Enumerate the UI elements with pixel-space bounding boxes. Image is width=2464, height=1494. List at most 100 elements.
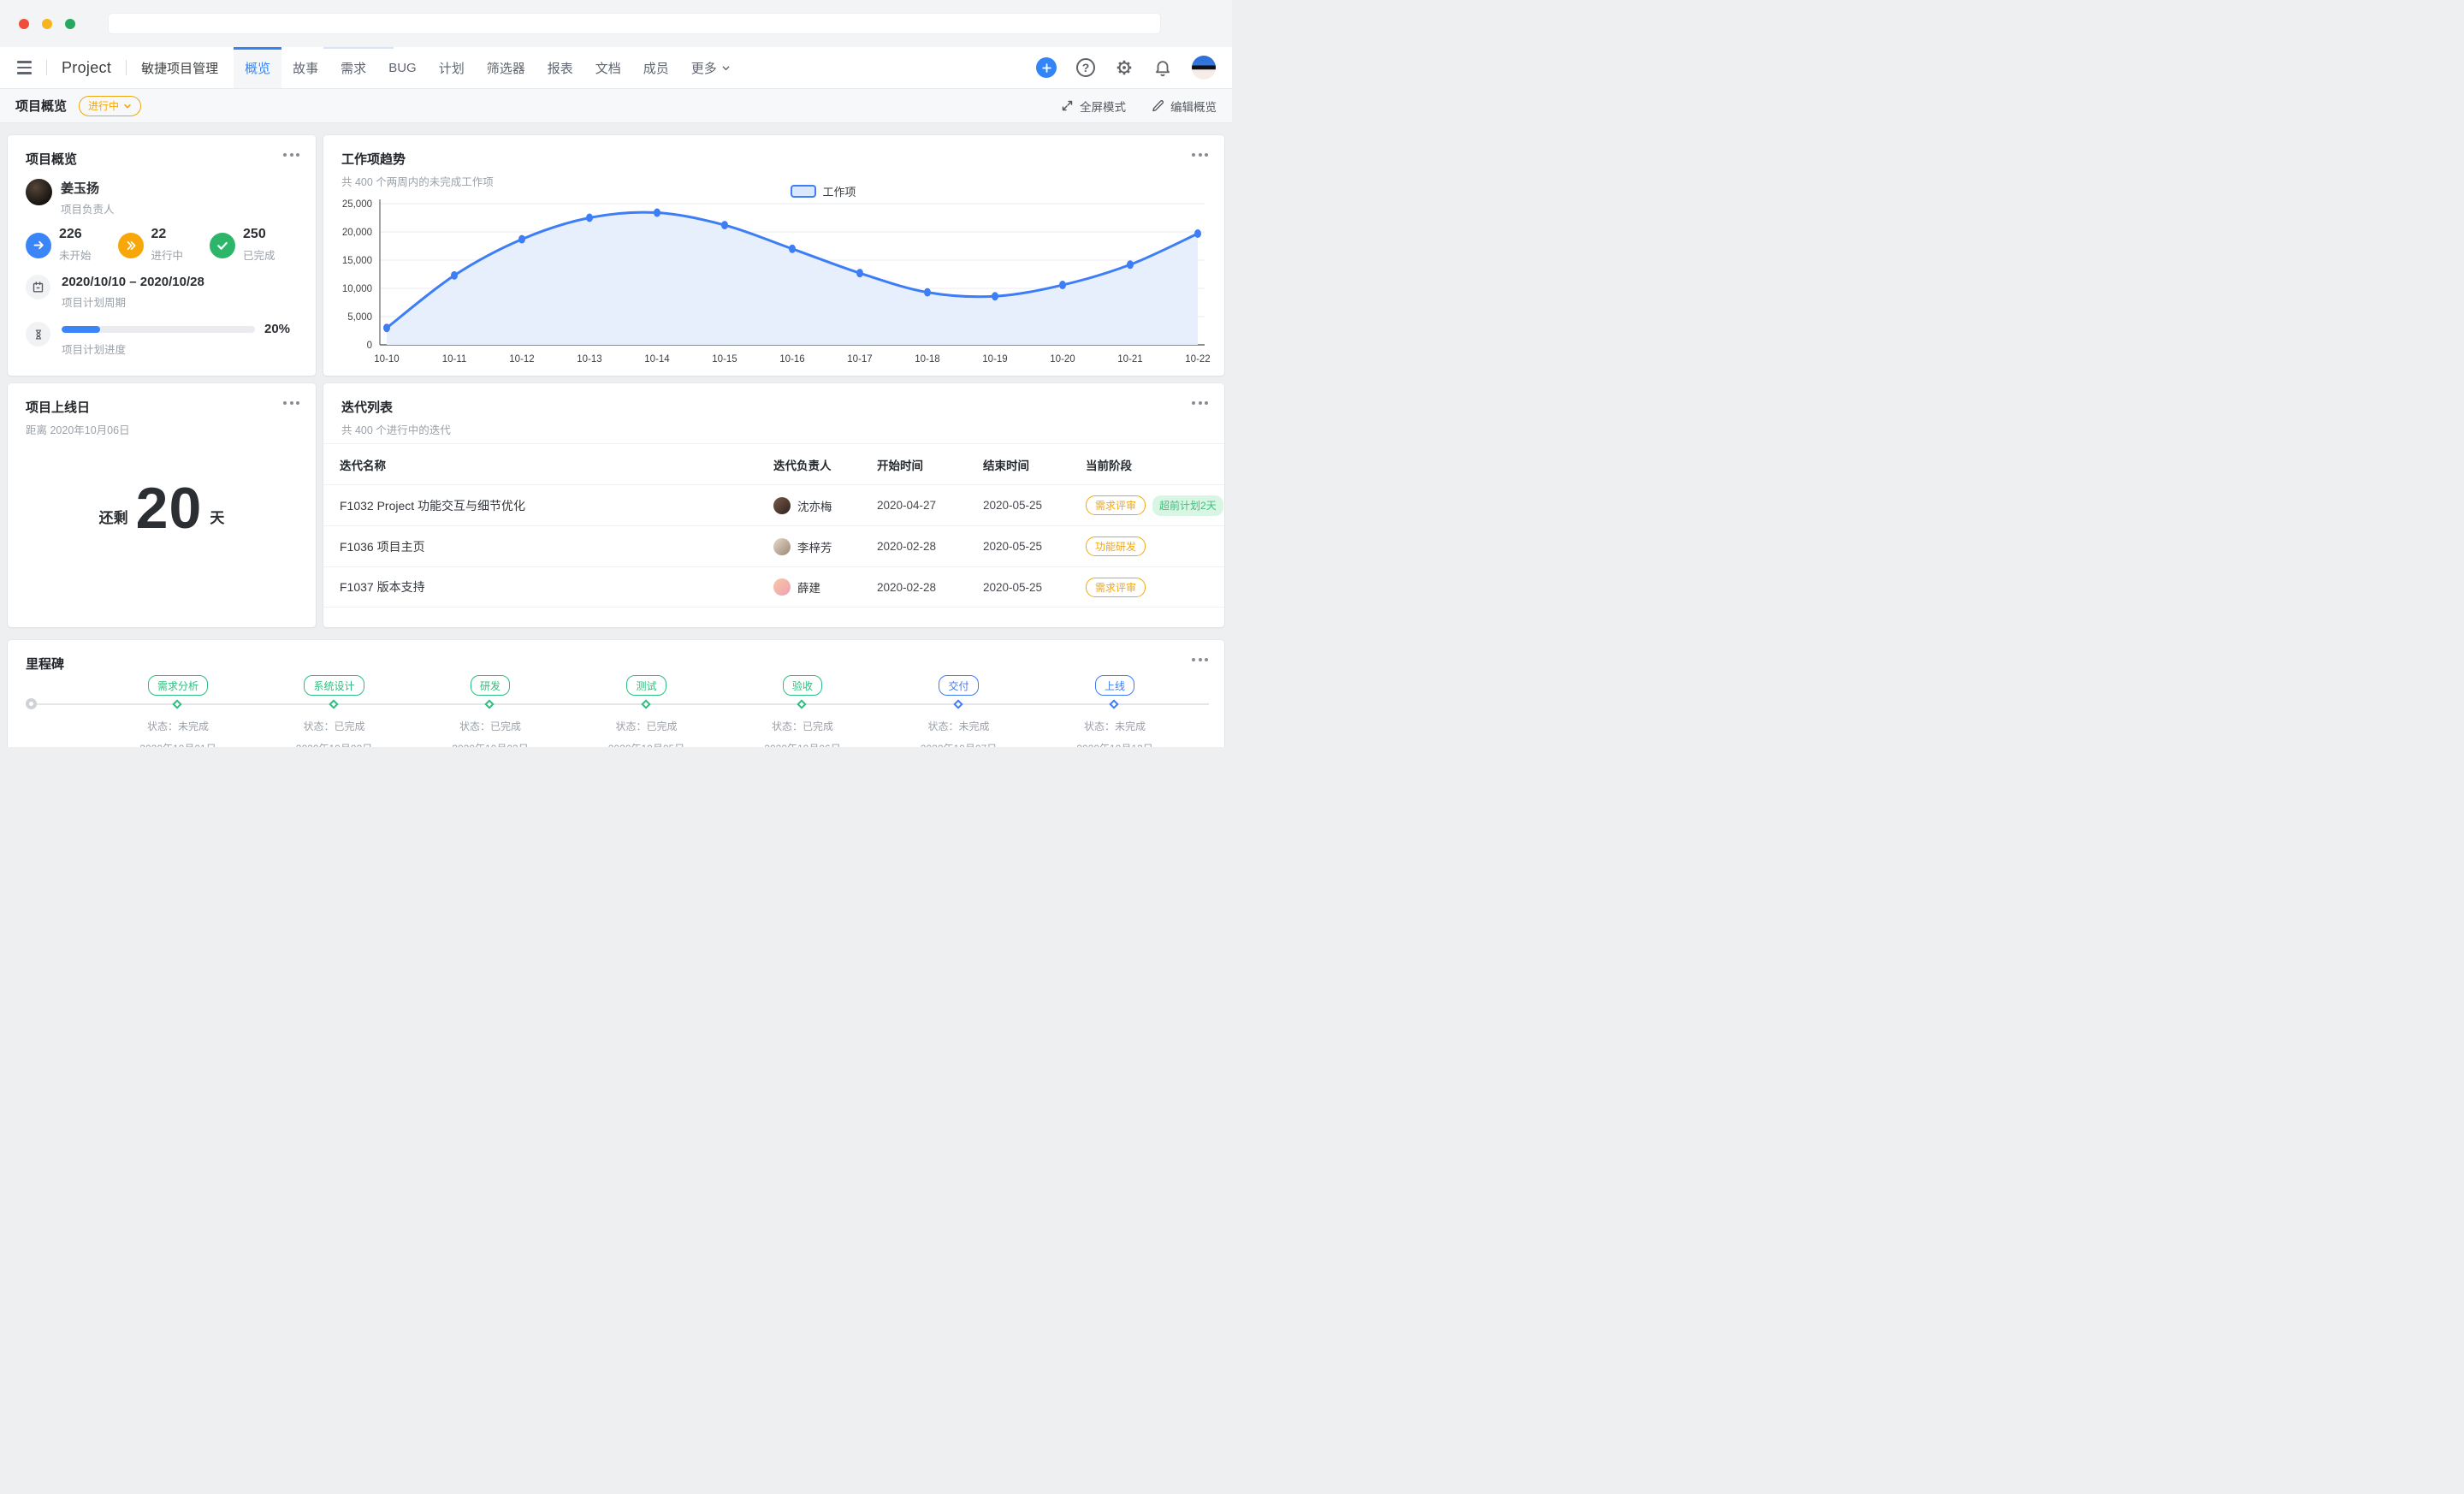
milestone-验收: 验收状态：已完成 2020年10月06日 [730, 640, 875, 747]
stat-label: 进行中 [151, 246, 184, 263]
column-header: 迭代负责人 [773, 456, 877, 473]
stat-进行中: 22 进行中 [118, 228, 184, 263]
svg-text:10-20: 10-20 [1050, 354, 1075, 365]
stat-value: 22 [151, 228, 184, 241]
svg-text:10-12: 10-12 [509, 354, 534, 365]
card-menu-dots-icon[interactable] [1192, 658, 1208, 661]
brand-logo[interactable]: Project [62, 59, 111, 77]
bell-icon [1153, 58, 1172, 77]
nav-tab-报表[interactable]: 报表 [536, 47, 584, 88]
tab-label: 更多 [691, 59, 717, 77]
owner-avatar [26, 179, 52, 205]
table-row[interactable]: F1032 Project 功能交互与细节优化沈亦梅2020-04-272020… [323, 484, 1224, 525]
nav-tab-BUG[interactable]: BUG [377, 47, 428, 88]
arrow-right-icon [26, 233, 51, 258]
iteration-table: 迭代名称迭代负责人开始时间结束时间当前阶段F1032 Project 功能交互与… [323, 443, 1224, 608]
iteration-list-card: 迭代列表 共 400 个进行中的迭代 迭代名称迭代负责人开始时间结束时间当前阶段… [323, 383, 1224, 627]
nav-tab-成员[interactable]: 成员 [632, 47, 680, 88]
avatar [773, 538, 791, 555]
card-title: 工作项趋势 [341, 150, 494, 168]
tab-label: 成员 [643, 59, 669, 77]
fullscreen-icon [1061, 99, 1074, 112]
svg-text:10-13: 10-13 [577, 354, 601, 365]
countdown-days: 20 [136, 483, 203, 535]
double-chevron-icon [118, 233, 144, 258]
card-menu-dots-icon[interactable] [283, 401, 299, 405]
avatar [773, 497, 791, 514]
trend-chart: 05,00010,00015,00020,00025,00010-1010-11… [323, 197, 1224, 372]
countdown: 还剩 20 天 [8, 483, 316, 535]
milestone-diamond-icon [1109, 699, 1118, 708]
card-menu-dots-icon[interactable] [283, 153, 299, 157]
svg-text:20,000: 20,000 [342, 228, 372, 238]
address-bar[interactable] [108, 13, 1161, 34]
milestone-diamond-icon [641, 699, 650, 708]
iteration-name: F1036 项目主页 [340, 538, 773, 555]
user-avatar[interactable] [1192, 56, 1216, 80]
milestone-status: 状态：未完成 [105, 719, 251, 733]
fullscreen-button[interactable]: 全屏模式 [1061, 98, 1126, 115]
avatar [773, 578, 791, 596]
nav-tab-计划[interactable]: 计划 [428, 47, 476, 88]
close-window-button[interactable] [19, 19, 29, 29]
milestone-date: 2020年10月06日 [730, 741, 875, 747]
end-date: 2020-05-25 [983, 499, 1086, 512]
plan-progress-label: 项目计划进度 [62, 341, 290, 357]
app-window: Project 敏捷项目管理 概览故事需求BUG 计划筛选器报表文档成员 更多 ? [0, 0, 1232, 747]
gear-icon [1115, 58, 1134, 77]
divider [126, 60, 127, 75]
nav-tab-需求[interactable]: 需求 [329, 47, 377, 88]
svg-text:10-14: 10-14 [644, 354, 670, 365]
milestone-date: 2020年10月02日 [262, 741, 407, 747]
minimize-window-button[interactable] [42, 19, 52, 29]
milestone-status: 状态：已完成 [730, 719, 875, 733]
iteration-owner: 沈亦梅 [797, 497, 832, 514]
chevron-down-icon [123, 102, 132, 110]
question-icon: ? [1082, 61, 1090, 74]
milestone-date: 2020年10月07日 [886, 741, 1032, 747]
iteration-name: F1037 版本支持 [340, 578, 773, 596]
chevron-down-icon [721, 63, 731, 73]
zoom-window-button[interactable] [65, 19, 75, 29]
milestone-date: 2020年10月03日 [418, 741, 563, 747]
nav-tab-故事[interactable]: 故事 [281, 47, 329, 88]
milestone-交付: 交付状态：未完成2020年10月07日 [886, 640, 1032, 747]
schedule-badge: 超前计划2天 [1152, 495, 1223, 516]
milestone-status: 状态：已完成 [262, 719, 407, 733]
milestone-label: 系统设计 [304, 675, 364, 696]
card-subtitle: 距离 2020年10月06日 [26, 421, 130, 437]
page-title: 项目概览 [15, 97, 67, 115]
settings-button[interactable] [1115, 58, 1134, 77]
notifications-button[interactable] [1153, 58, 1172, 77]
nav-tab-概览[interactable]: 概览 [234, 47, 281, 88]
help-button[interactable]: ? [1076, 58, 1095, 77]
table-row[interactable]: F1037 版本支持薛建2020-02-282020-05-25需求评审 [323, 566, 1224, 608]
countdown-prefix: 还剩 [99, 506, 128, 527]
milestone-label: 验收 [783, 675, 822, 696]
nav-tab-筛选器[interactable]: 筛选器 [476, 47, 536, 88]
plan-progress-bar [62, 326, 255, 333]
window-titlebar [0, 0, 1232, 47]
timeline-start-marker [26, 698, 37, 709]
tab-label: 计划 [439, 59, 465, 77]
card-menu-dots-icon[interactable] [1192, 401, 1208, 405]
table-row[interactable]: F1036 项目主页李梓芳2020-02-282020-05-25功能研发 [323, 525, 1224, 566]
nav-tab-文档[interactable]: 文档 [584, 47, 632, 88]
milestone-label: 上线 [1095, 675, 1134, 696]
project-name[interactable]: 敏捷项目管理 [141, 59, 218, 77]
stat-label: 未开始 [59, 246, 92, 263]
nav-tab-更多[interactable]: 更多 [680, 47, 742, 88]
edit-overview-button[interactable]: 编辑概览 [1152, 98, 1217, 115]
milestone-label: 研发 [471, 675, 510, 696]
card-menu-dots-icon[interactable] [1192, 153, 1208, 157]
stat-value: 250 [243, 228, 275, 241]
add-button[interactable] [1036, 57, 1057, 78]
owner-name: 姜玉扬 [61, 179, 115, 197]
stat-value: 226 [59, 228, 92, 241]
project-status-dropdown[interactable]: 进行中 [79, 96, 141, 116]
stat-label: 已完成 [243, 246, 275, 263]
svg-text:25,000: 25,000 [342, 199, 372, 210]
menu-hamburger-icon[interactable] [17, 61, 32, 74]
column-header: 当前阶段 [1086, 456, 1224, 473]
status-stats: 226 未开始 22 进行中 250 已完成 [26, 228, 275, 263]
